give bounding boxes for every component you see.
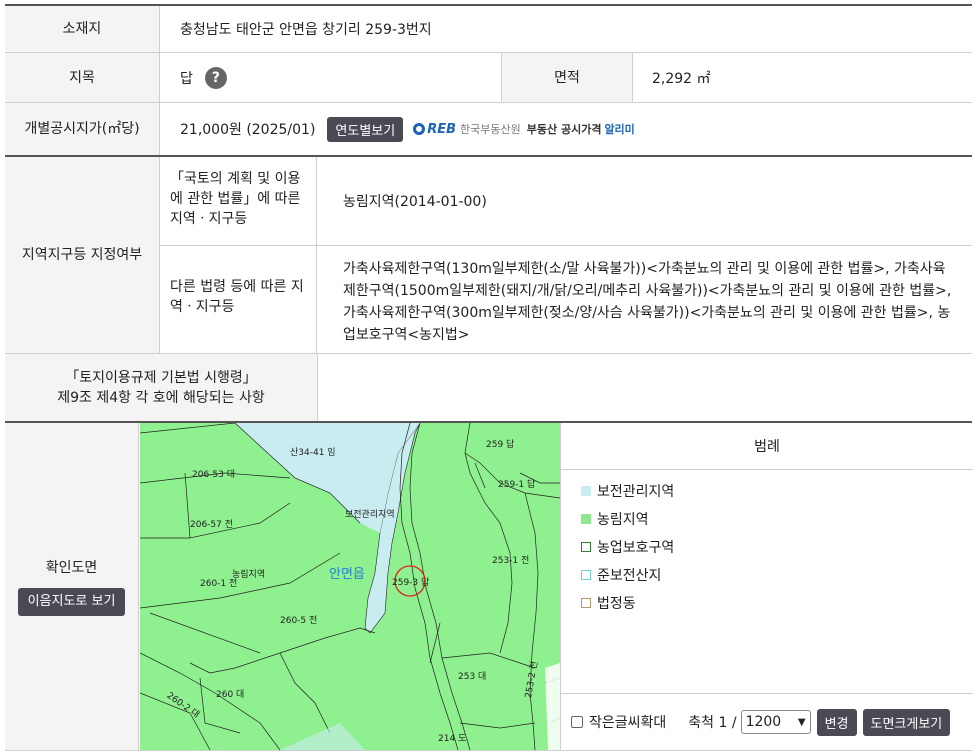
reb-service-a: 부동산 공시가격 <box>526 123 602 136</box>
reb-service-b: 알리미 <box>604 123 635 136</box>
zoning-row: 지역지구등 지정여부 「국토의 계획 및 이용에 관한 법률」에 따른 지역ㆍ지… <box>5 157 972 354</box>
map-label-p12: 260-5 전 <box>280 616 318 626</box>
legend-item-label: 준보전산지 <box>597 568 662 584</box>
legend-item-label: 농림지역 <box>597 512 649 528</box>
map-label-p3: 206-53 대 <box>192 470 236 480</box>
legend-item-legal-dong: 법정동 <box>581 593 674 613</box>
national-zoning-value: 농림지역(2014-01-00) <box>343 194 487 210</box>
legend-item-semi-forest: 준보전산지 <box>581 565 674 585</box>
map-label-p10: 259-3 답 <box>392 578 430 588</box>
scale-label: 축척 1 / <box>688 715 737 731</box>
map-label-p7: 253-1 전 <box>492 556 530 566</box>
legend-title: 범례 <box>561 423 973 470</box>
location-value: 충청남도 태안군 안면읍 창기리 259-3번지 <box>180 22 432 38</box>
enforcement-label: 「토지이용규제 기본법 시행령」 제9조 제4항 각 호에 해당되는 사항 <box>5 354 318 421</box>
enforcement-label-line2: 제9조 제4항 각 호에 해당되는 사항 <box>57 389 265 406</box>
price-row: 개별공시지가(㎡당) 21,000원 (2025/01) 연도별보기 REB 한… <box>5 103 972 157</box>
help-icon[interactable]: ? <box>204 66 227 89</box>
map-label-p5: 보전관리지역 <box>345 510 395 520</box>
price-value: 21,000원 (2025/01) <box>180 122 316 138</box>
zoning-label: 지역지구등 지정여부 <box>5 157 160 353</box>
category-row: 지목 답 ? 면적 2,292 ㎡ <box>5 53 972 103</box>
map-label-p8: 안면읍 <box>329 567 365 582</box>
enforcement-label-line1: 「토지이용규제 기본법 시행령」 <box>65 369 257 386</box>
legend-swatch-agri-protection <box>581 542 591 552</box>
enforcement-row: 「토지이용규제 기본법 시행령」 제9조 제4항 각 호에 해당되는 사항 <box>5 354 972 423</box>
map-label-p6: 206-57 전 <box>190 520 234 530</box>
map-label-p17: 214 도 <box>438 734 467 744</box>
legend-swatch-agri-forest <box>581 514 591 524</box>
legend-item-agri-protection: 농업보호구역 <box>581 537 674 557</box>
map-label-p11: 260-1 전 <box>200 579 238 589</box>
legend-swatch-conservation <box>581 486 591 496</box>
legend-item-agri-forest: 농림지역 <box>581 509 674 529</box>
area-value: 2,292 ㎡ <box>652 70 711 87</box>
reb-logo-icon <box>413 123 426 135</box>
location-label: 소재지 <box>5 6 160 52</box>
price-label: 개별공시지가(㎡당) <box>5 103 160 155</box>
legend-item-label: 농업보호구역 <box>597 540 675 556</box>
confirmation-map[interactable]: 산34-41 임 259 답 206-53 대 259-1 답 보전관리지역 2… <box>140 423 560 750</box>
legend-swatch-semi-forest <box>581 570 591 580</box>
other-zoning-label: 다른 법령 등에 따른 지역ㆍ지구등 <box>160 246 317 353</box>
legend-item-conservation: 보전관리지역 <box>581 481 674 501</box>
reb-link[interactable]: REB 한국부동산원 부동산 공시가격 알리미 <box>413 121 635 137</box>
other-zoning-value: 가축사육제한구역(130m일부제한(소/말 사육불가))<가축분뇨의 관리 및 … <box>343 261 952 343</box>
scale-select-value: 1200 <box>745 714 782 730</box>
land-category-value: 답 <box>180 70 193 87</box>
eum-map-view-button[interactable]: 이음지도로 보기 <box>17 587 126 616</box>
scale-change-button[interactable]: 변경 <box>816 708 857 736</box>
map-label-p2: 259 답 <box>486 440 515 450</box>
area-label: 면적 <box>501 53 633 102</box>
small-text-checkbox[interactable] <box>571 716 583 728</box>
map-label-p1: 산34-41 임 <box>290 448 336 458</box>
map-label-p13: 253 대 <box>458 672 487 682</box>
map-row: 확인도면 이음지도로 보기 산34-41 임 259 답 206-53 대 25… <box>5 423 973 751</box>
legend-item-label: 법정동 <box>597 596 636 612</box>
map-label-p4: 259-1 답 <box>498 480 536 490</box>
legend-item-label: 보전관리지역 <box>597 484 675 500</box>
chevron-down-icon: ▼ <box>797 716 806 728</box>
map-enlarge-button[interactable]: 도면크게보기 <box>862 708 951 736</box>
land-category-label: 지목 <box>5 53 160 102</box>
reb-org: 한국부동산원 <box>460 123 521 136</box>
legend-panel: 범례 보전관리지역 농림지역 농업보호구역 준보전산지 법정동 작은글씨확대 축… <box>560 423 973 750</box>
map-controls: 작은글씨확대 축척 1 / 1200 ▼ 변경 도면크게보기 <box>561 693 973 750</box>
map-label-cell: 확인도면 이음지도로 보기 <box>5 423 139 750</box>
location-row: 소재지 충청남도 태안군 안면읍 창기리 259-3번지 <box>5 6 972 53</box>
national-zoning-label: 「국토의 계획 및 이용에 관한 법률」에 따른 지역ㆍ지구등 <box>160 157 317 245</box>
scale-select[interactable]: 1200 ▼ <box>740 710 811 734</box>
map-label-p16: 260 대 <box>216 690 245 700</box>
yearly-view-button[interactable]: 연도별보기 <box>327 116 404 142</box>
legend-swatch-legal-dong <box>581 598 591 608</box>
map-label: 확인도면 <box>45 559 98 576</box>
small-text-label: 작은글씨확대 <box>589 715 667 731</box>
legend-list: 보전관리지역 농림지역 농업보호구역 준보전산지 법정동 <box>581 481 674 621</box>
reb-logo: REB <box>427 121 457 137</box>
